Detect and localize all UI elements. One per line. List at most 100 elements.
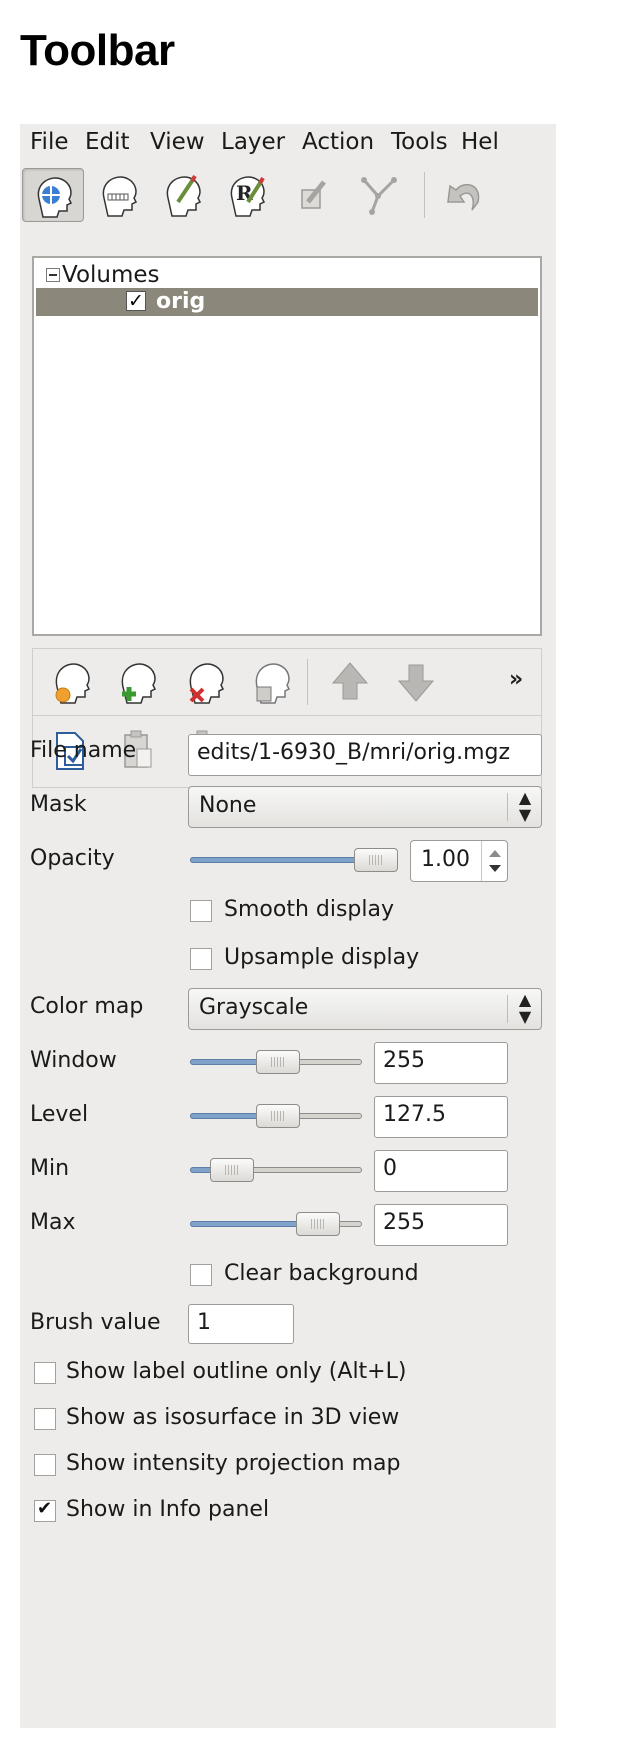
move-layer-up-button[interactable] xyxy=(321,653,379,711)
move-layer-down-button[interactable] xyxy=(387,653,445,711)
roi-edit-tool-button[interactable]: R xyxy=(216,168,278,222)
page-title: Toolbar xyxy=(20,26,175,75)
menu-edit[interactable]: Edit xyxy=(85,129,130,155)
info-panel-checkbox[interactable] xyxy=(34,1498,56,1522)
navigate-tool-button[interactable] xyxy=(22,168,84,222)
mask-select-value: None xyxy=(199,793,257,818)
opacity-label: Opacity xyxy=(30,846,115,871)
navigate-head-icon xyxy=(37,177,73,218)
new-volume-button[interactable] xyxy=(109,653,167,711)
slider-handle[interactable] xyxy=(256,1050,300,1074)
recon-edit-tool-button[interactable] xyxy=(152,168,214,222)
menu-help[interactable]: Hel xyxy=(461,129,499,155)
close-volume-button[interactable] xyxy=(177,653,235,711)
spin-up-icon[interactable] xyxy=(489,850,501,857)
layer-tree: Volumes ✓ orig xyxy=(32,256,542,636)
updown-arrows-icon: ▲ ▼ xyxy=(518,990,532,1026)
collapse-toggle-icon[interactable] xyxy=(46,268,60,282)
upsample-display-label: Upsample display xyxy=(224,945,420,970)
undo-button[interactable] xyxy=(434,168,496,222)
mask-select[interactable]: None ▲ ▼ xyxy=(188,786,542,828)
max-field[interactable]: 255 xyxy=(374,1204,508,1246)
voxel-edit-tool-button[interactable] xyxy=(88,168,150,222)
file-name-field[interactable]: edits/1-6930_B/mri/orig.mgz xyxy=(188,734,542,776)
slider-fill xyxy=(190,1221,310,1227)
label-outline-checkbox[interactable] xyxy=(34,1362,56,1384)
isosurface-label: Show as isosurface in 3D view xyxy=(66,1405,400,1430)
clear-background-checkbox[interactable] xyxy=(190,1264,212,1286)
voxel-edit-head-icon xyxy=(102,176,138,217)
load-volume-head-icon xyxy=(55,663,91,704)
menubar: File Edit View Layer Action Tools Hel xyxy=(20,124,556,160)
label-outline-label: Show label outline only (Alt+L) xyxy=(66,1359,407,1384)
isosurface-checkbox[interactable] xyxy=(34,1408,56,1430)
tree-root-volumes[interactable]: Volumes xyxy=(62,262,160,288)
combo-divider xyxy=(507,995,508,1023)
color-map-value: Grayscale xyxy=(199,995,309,1020)
more-chevron-icon[interactable]: » xyxy=(509,667,523,692)
file-name-label: File name xyxy=(30,738,137,763)
min-label: Min xyxy=(30,1156,70,1181)
smooth-display-checkbox[interactable] xyxy=(190,900,212,922)
slider-handle[interactable] xyxy=(210,1158,254,1182)
menu-layer[interactable]: Layer xyxy=(221,129,285,155)
level-slider[interactable] xyxy=(190,1104,362,1128)
window-field[interactable]: 255 xyxy=(374,1042,508,1084)
window-label: Window xyxy=(30,1048,117,1073)
color-map-label: Color map xyxy=(30,994,144,1019)
updown-arrows-icon: ▲ ▼ xyxy=(518,788,532,824)
brush-value-field[interactable]: 1 xyxy=(188,1304,294,1344)
upsample-display-checkbox[interactable] xyxy=(190,948,212,970)
level-field[interactable]: 127.5 xyxy=(374,1096,508,1138)
save-volume-button[interactable] xyxy=(243,653,301,711)
max-label: Max xyxy=(30,1210,76,1235)
level-label: Level xyxy=(30,1102,89,1127)
slider-handle[interactable] xyxy=(354,848,398,872)
recon-edit-head-icon xyxy=(166,174,202,217)
save-volume-head-icon xyxy=(255,663,291,704)
combo-divider xyxy=(507,793,508,821)
contour-tool-button[interactable] xyxy=(348,168,410,222)
clear-background-label: Clear background xyxy=(224,1261,419,1286)
layer-label: orig xyxy=(156,289,206,314)
toolbar-separator xyxy=(424,172,425,218)
spin-arrows[interactable] xyxy=(481,841,508,881)
close-volume-head-icon xyxy=(189,663,225,704)
point-set-edit-tool-button[interactable] xyxy=(282,168,344,222)
undo-icon xyxy=(447,183,480,211)
slider-fill xyxy=(190,857,364,863)
slider-handle[interactable] xyxy=(256,1104,300,1128)
smooth-display-label: Smooth display xyxy=(224,897,394,922)
main-toolbar: R xyxy=(20,164,556,226)
brush-value-label: Brush value xyxy=(30,1310,161,1335)
info-panel-label: Show in Info panel xyxy=(66,1497,270,1522)
menu-tools[interactable]: Tools xyxy=(391,129,448,155)
contour-icon xyxy=(361,177,397,215)
max-slider[interactable] xyxy=(190,1212,362,1236)
layer-toolbar-divider xyxy=(33,715,541,716)
menu-file[interactable]: File xyxy=(30,129,69,155)
slider-handle[interactable] xyxy=(296,1212,340,1236)
roi-edit-head-icon: R xyxy=(230,176,266,217)
mask-label: Mask xyxy=(30,792,87,817)
color-map-select[interactable]: Grayscale ▲ ▼ xyxy=(188,988,542,1030)
opacity-slider[interactable] xyxy=(190,848,398,872)
opacity-spinbox[interactable]: 1.00 xyxy=(410,840,508,882)
layer-row-orig[interactable]: ✓ orig xyxy=(36,288,538,316)
layer-toolbar-separator xyxy=(307,659,308,705)
arrow-down-icon xyxy=(397,664,435,702)
opacity-value: 1.00 xyxy=(421,847,470,872)
layer-visibility-checkbox[interactable]: ✓ xyxy=(126,291,146,311)
intensity-projection-checkbox[interactable] xyxy=(34,1454,56,1476)
load-volume-button[interactable] xyxy=(43,653,101,711)
spin-down-icon[interactable] xyxy=(489,865,501,872)
min-field[interactable]: 0 xyxy=(374,1150,508,1192)
pencil-disabled-icon xyxy=(301,180,326,209)
new-volume-head-icon xyxy=(121,663,157,704)
layer-panel: File Edit View Layer Action Tools Hel R … xyxy=(20,124,556,1728)
menu-action[interactable]: Action xyxy=(302,129,374,155)
min-slider[interactable] xyxy=(190,1158,362,1182)
window-slider[interactable] xyxy=(190,1050,362,1074)
menu-view[interactable]: View xyxy=(150,129,205,155)
intensity-projection-label: Show intensity projection map xyxy=(66,1451,401,1476)
